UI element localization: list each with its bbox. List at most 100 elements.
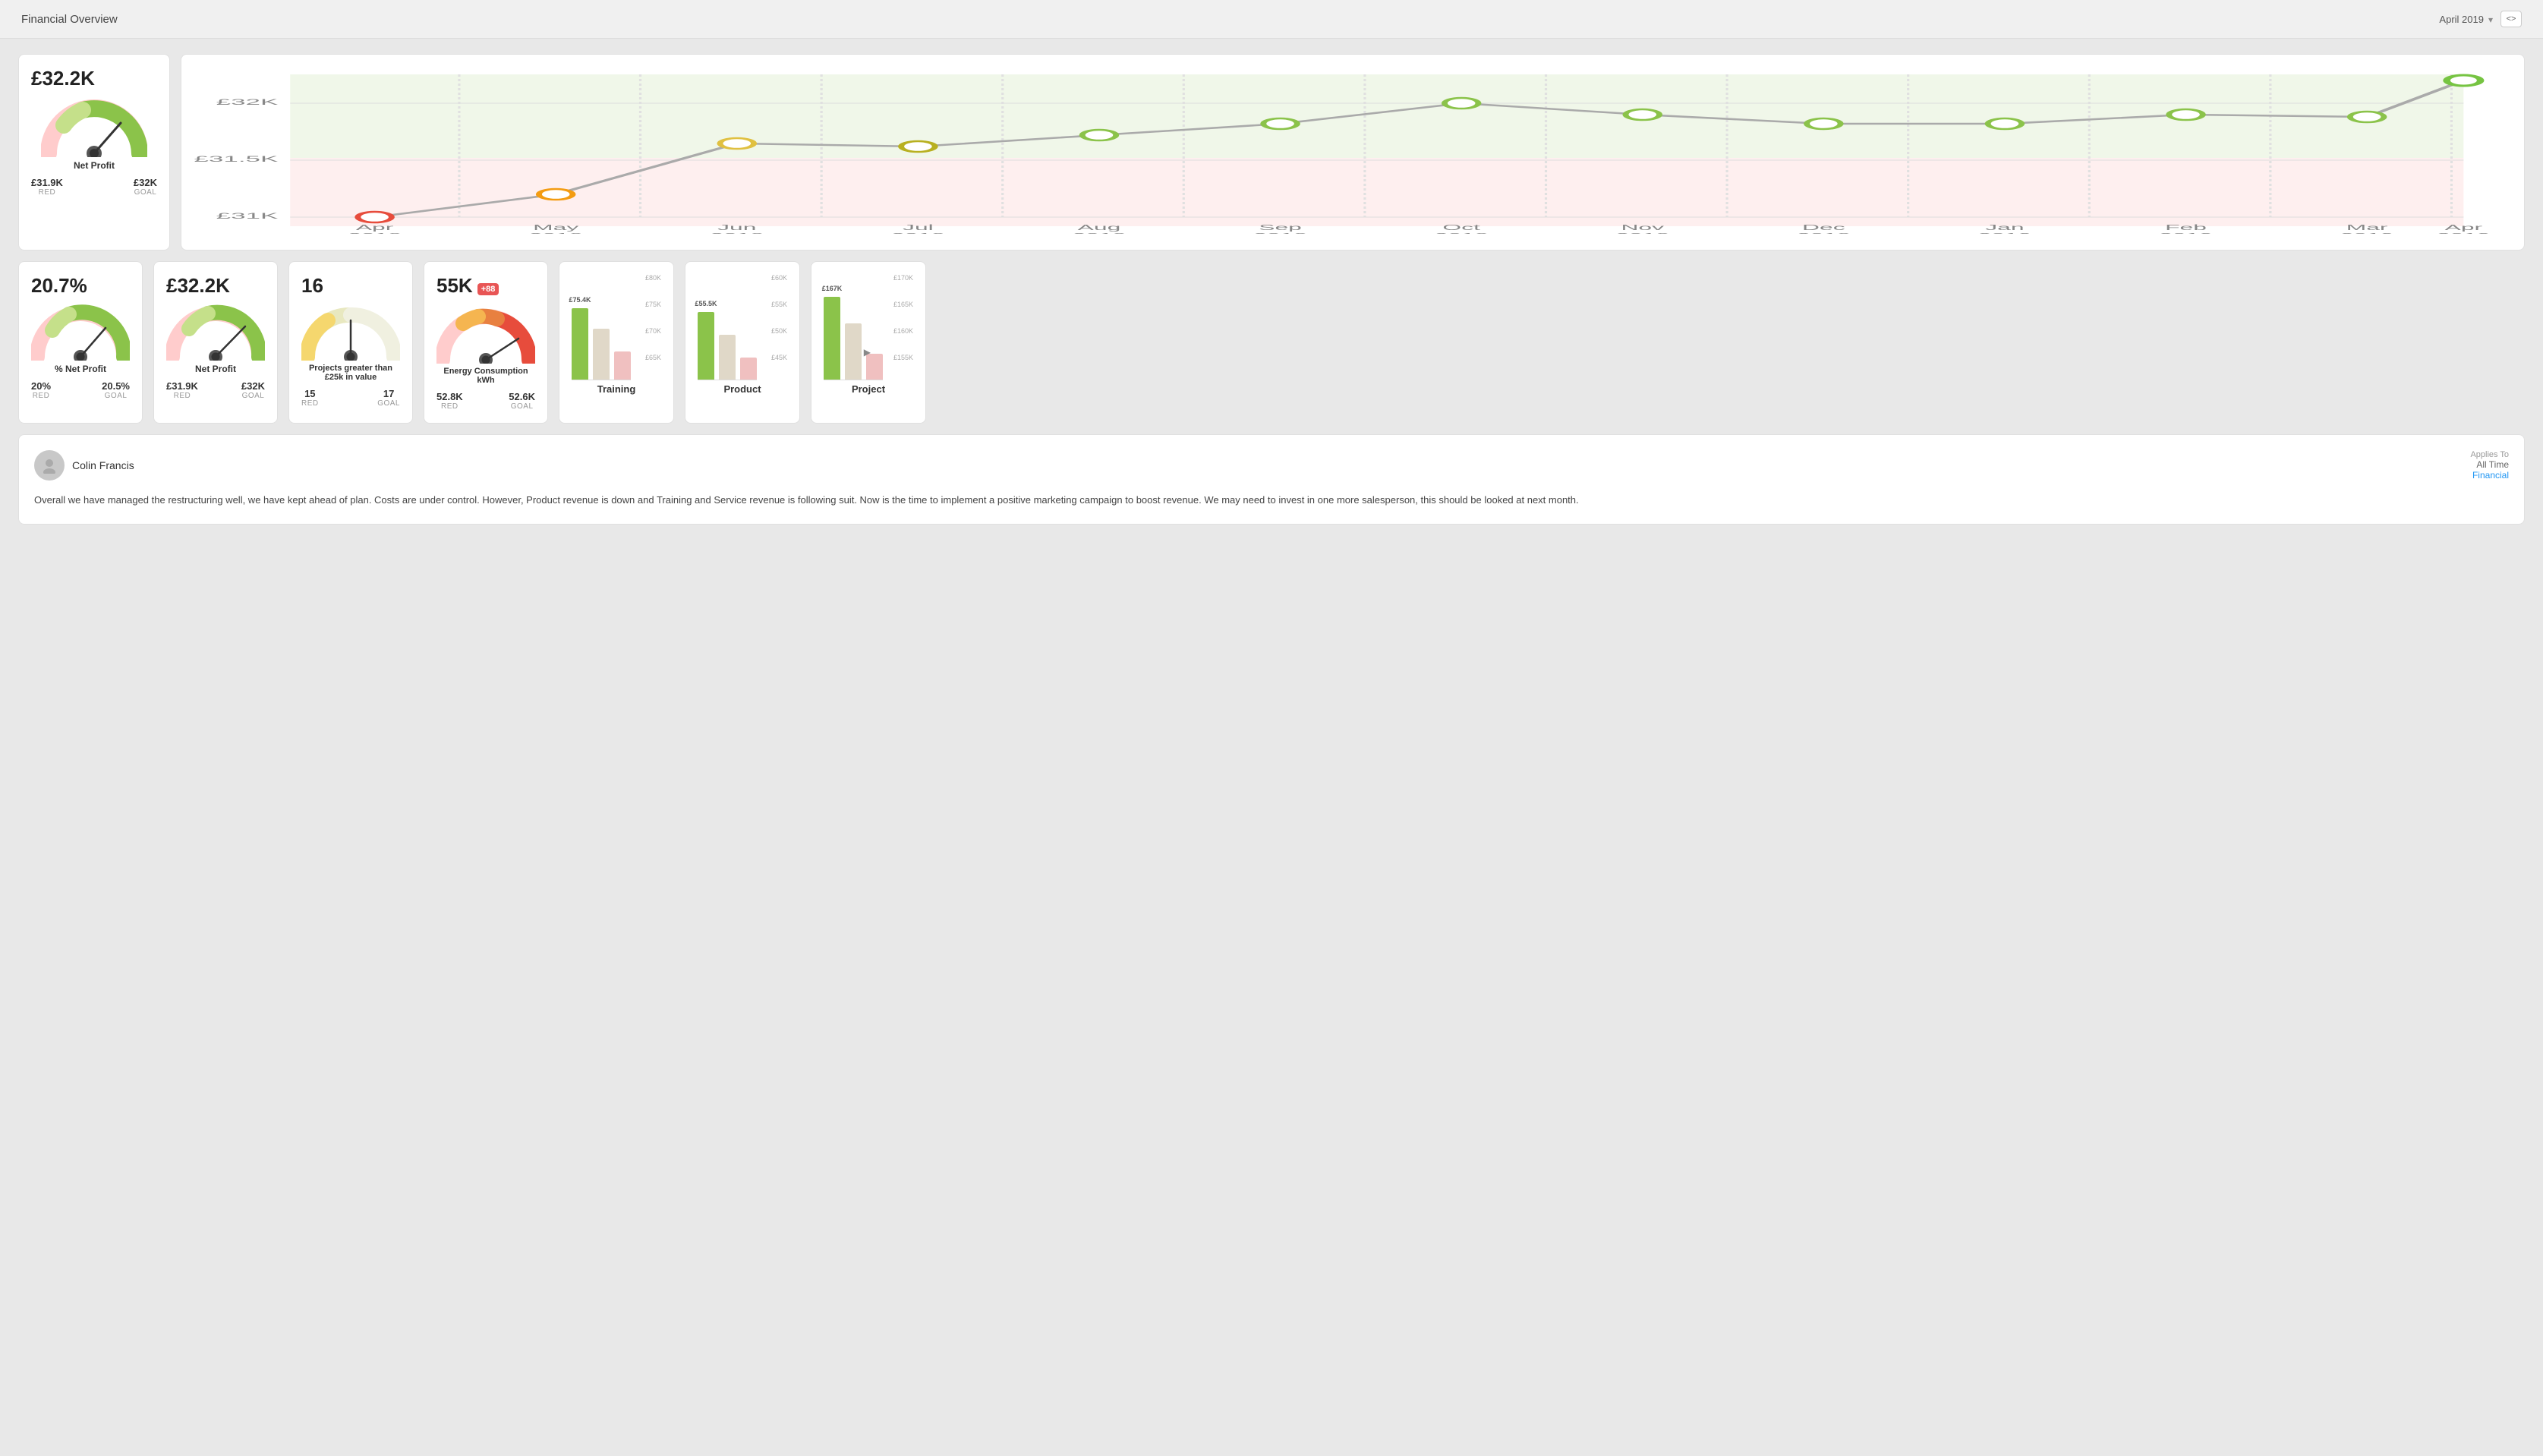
svg-text:2018: 2018 xyxy=(348,232,402,234)
comment-section: Colin Francis Applies To All Time Financ… xyxy=(18,434,2525,525)
product-bar-tan xyxy=(719,335,736,380)
applies-to: Applies To All Time Financial xyxy=(2470,450,2509,481)
page-title: Financial Overview xyxy=(21,13,118,26)
svg-text:Jul: Jul xyxy=(903,223,934,232)
projects-card: 16 Projects greater than£25k in value xyxy=(288,261,413,424)
training-chart: £80K £75K £70K £65K £75.4K xyxy=(572,274,661,380)
main-content: £32.2K Net Profit £31.9K xyxy=(0,39,2543,540)
np2-goal: £32K GOAL xyxy=(241,380,265,400)
energy-footer: 52.8K RED 52.6K GOAL xyxy=(436,391,535,411)
np2-footer: £31.9K RED £32K GOAL xyxy=(166,380,265,400)
proj-red: 15 RED xyxy=(301,388,319,408)
product-y55: £55K xyxy=(771,301,787,308)
training-card: £80K £75K £70K £65K £75.4K Training xyxy=(559,261,674,424)
energy-card: 55K +88 Energy Consu xyxy=(424,261,548,424)
gauge-svg-energy xyxy=(436,307,535,364)
training-y70: £70K xyxy=(645,327,661,335)
project-y170: £170K xyxy=(893,274,913,282)
gauge-svg-pnp xyxy=(31,304,130,361)
avatar-icon xyxy=(41,457,58,474)
training-bar-tan xyxy=(593,329,610,380)
comment-user: Colin Francis xyxy=(34,450,134,481)
project-y165: £165K xyxy=(893,301,913,308)
app-header: Financial Overview April 2019 <> xyxy=(0,0,2543,39)
gauge-label-main: Net Profit xyxy=(74,160,115,171)
svg-text:2019: 2019 xyxy=(2437,232,2491,234)
code-icon[interactable]: <> xyxy=(2500,11,2522,27)
comment-header: Colin Francis Applies To All Time Financ… xyxy=(34,450,2509,481)
svg-text:Sep: Sep xyxy=(1259,223,1302,232)
gauge-net-profit: Net Profit xyxy=(31,96,157,171)
energy-badge: +88 xyxy=(477,283,499,295)
top-row: £32.2K Net Profit £31.9K xyxy=(18,54,2525,251)
product-chart: £60K £55K £50K £45K £55.5K xyxy=(698,274,787,380)
project-bar-pink xyxy=(866,354,883,380)
energy-label: Energy ConsumptionkWh xyxy=(443,367,528,385)
proj-label: Projects greater than£25k in value xyxy=(309,364,392,382)
training-y65: £65K xyxy=(645,354,661,361)
proj-value: 16 xyxy=(301,274,400,298)
svg-text:Jun: Jun xyxy=(717,223,756,232)
project-chart: £170K £165K £160K £155K £167K ▶ xyxy=(824,274,913,380)
svg-text:2018: 2018 xyxy=(1615,232,1669,234)
svg-text:Oct: Oct xyxy=(1442,223,1480,232)
energy-goal: 52.6K GOAL xyxy=(509,391,535,411)
svg-text:2018: 2018 xyxy=(1253,232,1307,234)
applies-to-label: Applies To xyxy=(2470,450,2509,459)
training-bar-green: £75.4K xyxy=(572,308,588,380)
svg-text:Dec: Dec xyxy=(1802,223,1845,232)
training-title: Training xyxy=(572,383,661,395)
energy-value: 55K xyxy=(436,274,473,298)
svg-text:Nov: Nov xyxy=(1621,223,1664,232)
pnp-red: 20% RED xyxy=(31,380,51,400)
net-profit-value: £32.2K xyxy=(31,67,157,90)
product-bar-green: £55.5K xyxy=(698,312,714,380)
gauge-energy: Energy ConsumptionkWh xyxy=(436,307,535,385)
gauge-np2: Net Profit xyxy=(166,304,265,374)
proj-footer: 15 RED 17 GOAL xyxy=(301,388,400,408)
user-name: Colin Francis xyxy=(72,459,134,471)
line-chart-svg: £31K £31.5K £32K xyxy=(194,67,2512,234)
project-y155: £155K xyxy=(893,354,913,361)
product-y60: £60K xyxy=(771,274,787,282)
footer-goal: £32K GOAL xyxy=(134,177,157,197)
proj-goal: 17 GOAL xyxy=(377,388,400,408)
card-footer-main: £31.9K RED £32K GOAL xyxy=(31,177,157,197)
applies-to-link[interactable]: Financial xyxy=(2470,470,2509,481)
svg-text:Feb: Feb xyxy=(2165,223,2207,232)
product-title: Product xyxy=(698,383,787,395)
pnp-footer: 20% RED 20.5% GOAL xyxy=(31,380,130,400)
chevron-down-icon xyxy=(2488,14,2493,25)
np2-red: £31.9K RED xyxy=(166,380,198,400)
product-bar-pink xyxy=(740,358,757,380)
gauge-proj: Projects greater than£25k in value xyxy=(301,304,400,382)
svg-text:£31.5K: £31.5K xyxy=(194,155,278,164)
svg-text:2018: 2018 xyxy=(1435,232,1489,234)
pnp-goal: 20.5% GOAL xyxy=(102,380,130,400)
svg-text:2019: 2019 xyxy=(2340,232,2394,234)
svg-text:May: May xyxy=(533,223,578,232)
product-card: £60K £55K £50K £45K £55.5K Product xyxy=(685,261,800,424)
gauge-svg-proj xyxy=(301,304,400,361)
avatar xyxy=(34,450,65,481)
project-bar-green: £167K xyxy=(824,297,840,380)
percent-net-profit-card: 20.7% % Net Profit 20% RED 20. xyxy=(18,261,143,424)
net-profit-card-2: £32.2K Net Profit £31.9K RED £ xyxy=(153,261,278,424)
comment-text: Overall we have managed the restructurin… xyxy=(34,493,2509,509)
svg-text:2019: 2019 xyxy=(2159,232,2213,234)
energy-header: 55K +88 xyxy=(436,274,535,304)
header-right: April 2019 <> xyxy=(2439,11,2522,27)
date-selector[interactable]: April 2019 xyxy=(2439,14,2493,25)
project-y160: £160K xyxy=(893,327,913,335)
svg-text:£31K: £31K xyxy=(216,212,279,221)
project-bar-tan: ▶ xyxy=(845,323,862,380)
project-arrow-icon: ▶ xyxy=(864,347,871,358)
training-bar-pink xyxy=(614,351,631,380)
svg-text:Apr: Apr xyxy=(2445,223,2483,232)
date-label: April 2019 xyxy=(2439,14,2484,25)
project-title: Project xyxy=(824,383,913,395)
svg-text:Aug: Aug xyxy=(1078,223,1121,232)
training-y80: £80K xyxy=(645,274,661,282)
gauge-svg-np2 xyxy=(166,304,265,361)
line-chart-card: £31K £31.5K £32K xyxy=(181,54,2525,251)
